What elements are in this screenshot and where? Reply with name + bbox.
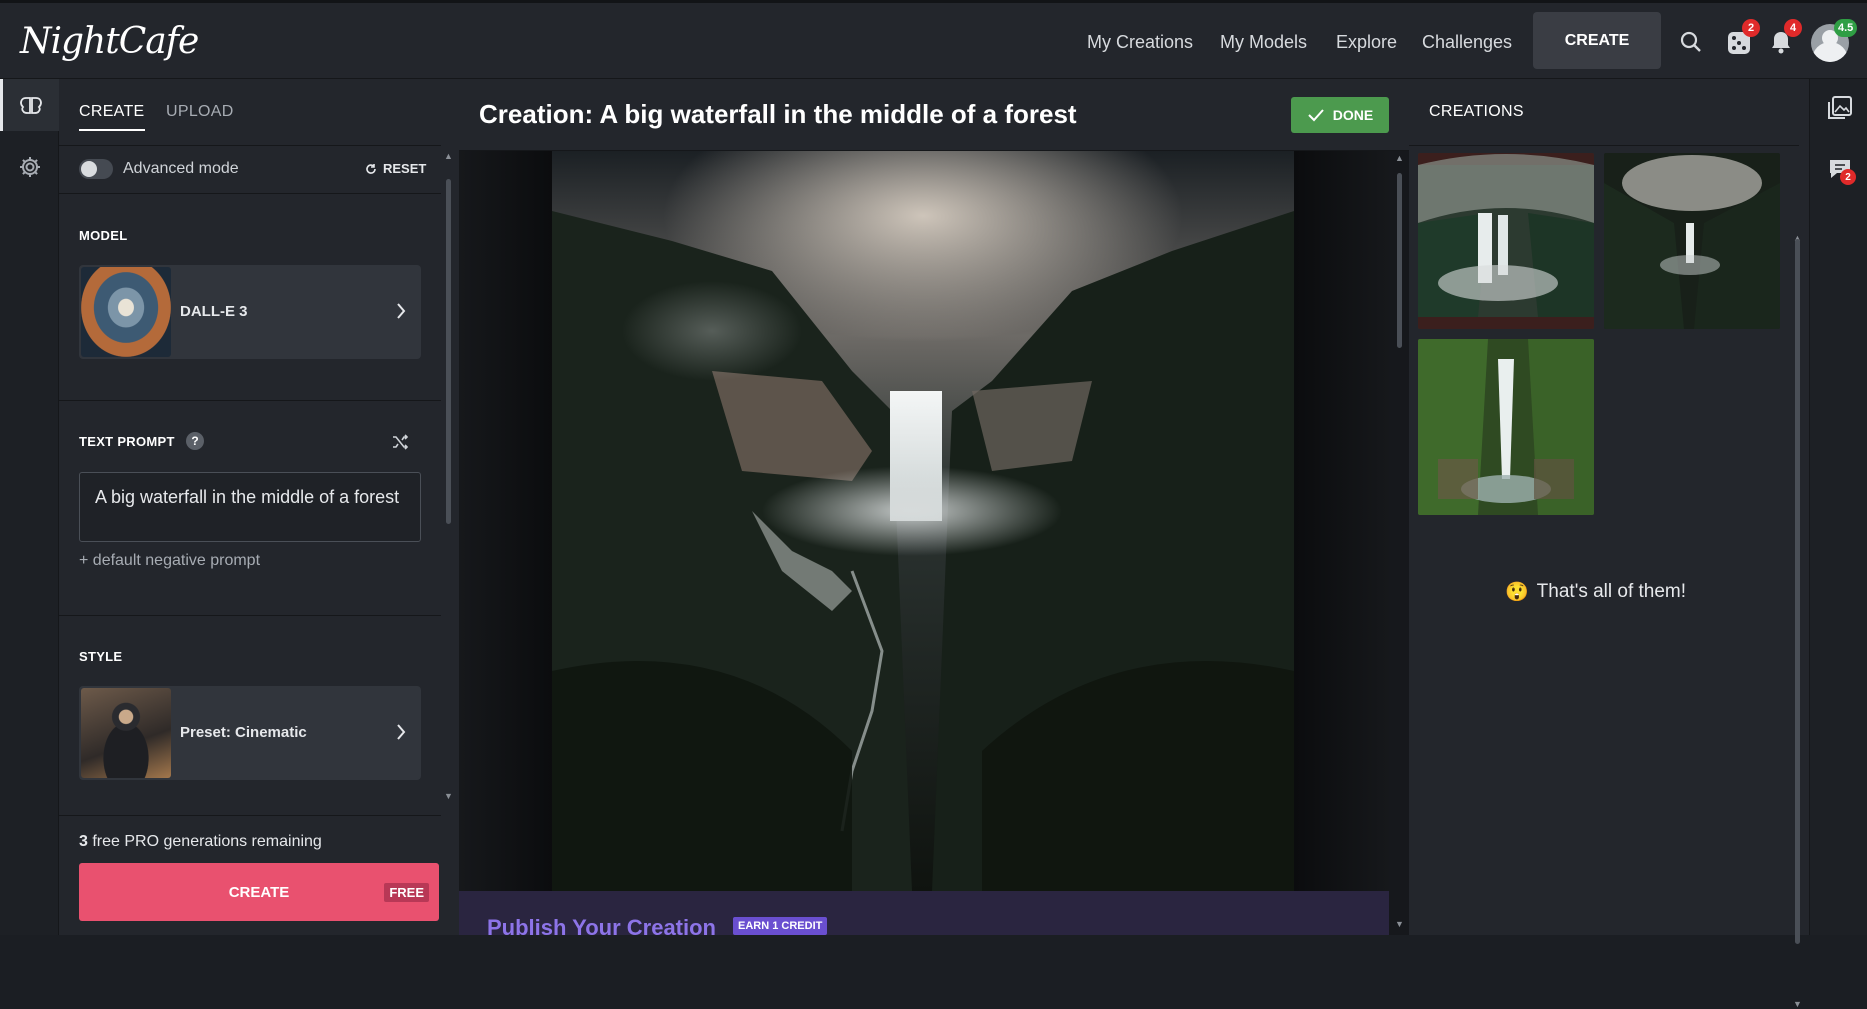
creation-image[interactable] [552,151,1294,891]
tab-upload[interactable]: UPLOAD [166,103,234,121]
creations-title: CREATIONS [1429,103,1524,120]
model-selector[interactable]: DALL-E 3 [79,265,421,359]
style-name: Preset: Cinematic [180,724,307,741]
free-generations-label: free PRO generations remaining [92,833,322,850]
panel-tabs: CREATE UPLOAD [59,79,459,145]
nav-my-creations[interactable]: My Creations [1087,32,1193,53]
creation-image-area [459,151,1389,891]
model-name: DALL-E 3 [180,303,248,320]
model-label: MODEL [79,228,128,243]
tab-create[interactable]: CREATE [79,103,145,131]
negative-prompt-link[interactable]: + default negative prompt [79,552,260,570]
avatar-level-badge: 4.5 [1834,19,1858,37]
gallery-icon[interactable] [1826,94,1854,127]
nav-challenges[interactable]: Challenges [1422,32,1512,53]
free-generations-text: 3 free PRO generations remaining [79,833,322,851]
gear-icon[interactable] [0,141,59,193]
creation-title: Creation: A big waterfall in the middle … [479,99,1077,129]
creations-scrollbar[interactable]: ▲ ▼ [1793,159,1802,1009]
form-scrollbar[interactable]: ▲ ▼ [444,151,453,801]
end-of-list: 😲 That's all of them! [1505,580,1686,604]
create-button[interactable]: CREATE FREE [79,863,439,921]
text-prompt-input[interactable]: A big waterfall in the middle of a fores… [79,472,421,542]
left-rail [0,79,59,935]
publish-title: Publish Your Creation [487,915,716,940]
creation-thumbnail[interactable] [1418,339,1594,515]
creation-viewer: Creation: A big waterfall in the middle … [459,79,1409,940]
create-button-label: CREATE [228,883,290,901]
bell-icon[interactable]: 4 [1764,19,1802,59]
right-rail: 2 [1809,79,1867,935]
end-of-list-text: That's all of them! [1536,581,1687,602]
free-tag: FREE [384,883,429,902]
brain-icon[interactable] [0,79,59,131]
style-thumbnail [81,688,171,778]
model-thumbnail [81,267,171,357]
dice-badge: 2 [1742,19,1760,37]
notification-badge: 4 [1784,19,1802,37]
reset-label: RESET [383,161,427,176]
search-icon[interactable] [1674,25,1708,59]
viewer-scrollbar[interactable]: ▲ ▼ [1395,153,1405,929]
help-icon[interactable]: ? [186,432,204,450]
nav-explore[interactable]: Explore [1336,32,1397,53]
chat-icon[interactable]: 2 [1826,155,1856,188]
reset-icon [366,163,376,174]
done-button[interactable]: DONE [1291,97,1389,133]
top-bar: NightCafe My Creations My Models Explore… [0,0,1867,79]
creation-thumbnail[interactable] [1418,153,1594,329]
creation-thumbnail[interactable] [1604,153,1780,329]
reset-button[interactable]: RESET [365,161,426,176]
earn-credit-tag: EARN 1 CREDIT [733,917,828,935]
advanced-mode-label: Advanced mode [123,160,239,177]
create-nav-button[interactable]: CREATE [1533,12,1661,69]
shuffle-icon[interactable] [391,433,409,451]
done-label: DONE [1332,107,1374,123]
publish-banner[interactable]: Publish Your Creation EARN 1 CREDIT [459,891,1389,940]
create-form-panel: CREATE UPLOAD ▲ ▼ Advanced mode RESET MO… [59,79,459,935]
text-prompt-label: TEXT PROMPT [79,434,175,449]
nightcafe-logo[interactable]: NightCafe [20,21,199,62]
nav-my-models[interactable]: My Models [1220,32,1307,53]
creation-header: Creation: A big waterfall in the middle … [459,79,1409,151]
creations-panel: CREATIONS 😲 That's all of them! ▲ ▼ [1409,79,1809,1009]
free-generations-count: 3 [79,833,88,850]
style-label: STYLE [79,649,123,664]
style-selector[interactable]: Preset: Cinematic [79,686,421,780]
chevron-right-icon [397,724,406,740]
advanced-mode-toggle[interactable] [79,159,113,179]
dice-icon[interactable]: 2 [1722,19,1760,59]
chat-badge: 2 [1840,169,1856,185]
check-icon [1308,109,1324,122]
chevron-right-icon [397,303,406,319]
astonished-face-icon: 😲 [1505,582,1529,603]
